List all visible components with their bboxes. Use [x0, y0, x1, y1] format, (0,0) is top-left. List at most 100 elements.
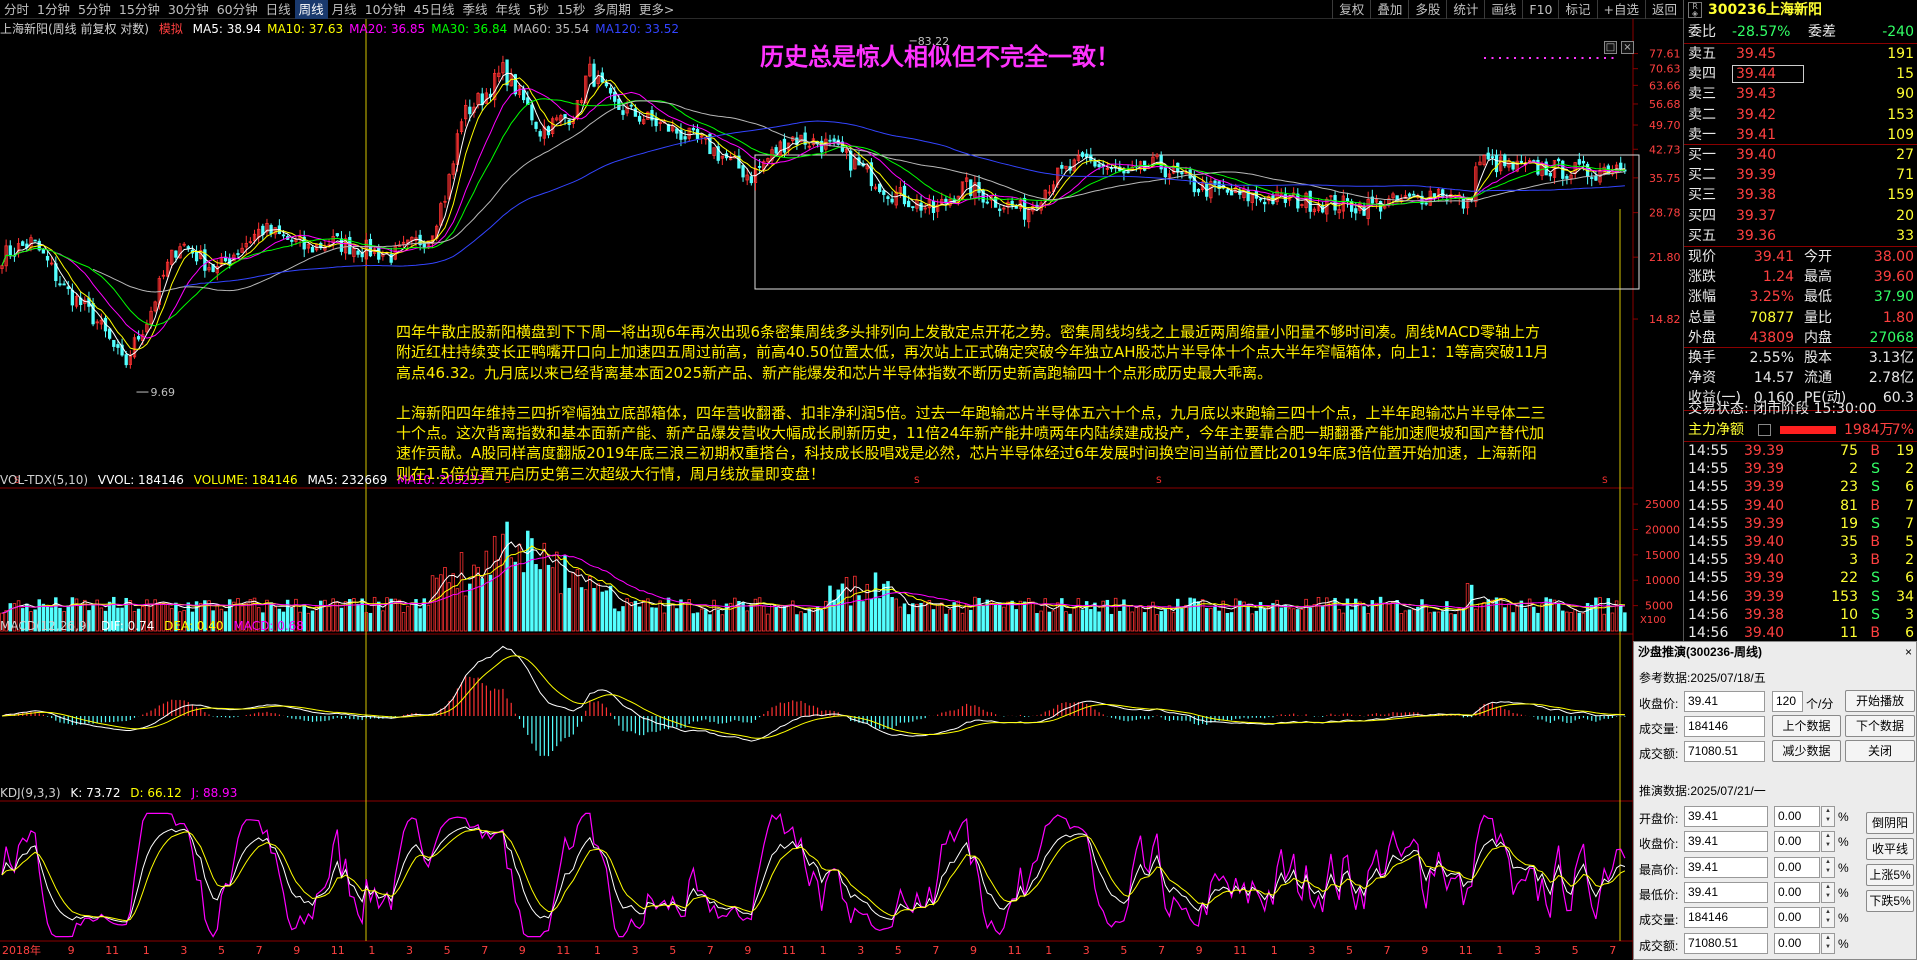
dialog-close-icon[interactable]: ×	[1905, 642, 1912, 662]
less-data-button[interactable]: 减少数据	[1772, 740, 1841, 762]
spin-arrows-icon[interactable]: ▲ ▼	[1821, 907, 1835, 929]
ref-vol-field[interactable]: 184146	[1684, 716, 1765, 737]
dialog-title: 沙盘推演(300236-周线)	[1638, 645, 1763, 659]
flow-toggle-icon[interactable]	[1758, 424, 1771, 436]
sim-row-pct-field[interactable]: 0.00	[1774, 881, 1820, 903]
volume-bar	[873, 572, 878, 632]
mode-label[interactable]: 模拟	[159, 22, 183, 36]
spin-arrows-icon[interactable]: ▲ ▼	[1821, 831, 1835, 853]
restore-icon[interactable]: □	[1604, 41, 1617, 54]
sim-row-field[interactable]: 39.41	[1684, 831, 1768, 853]
volume-value: VOLUME: 184146	[193, 473, 298, 487]
period-tab[interactable]: 更多>	[635, 0, 678, 19]
spin-arrows-icon[interactable]: ▲ ▼	[1821, 932, 1835, 954]
period-tab[interactable]: 45日线	[410, 0, 459, 19]
sim-row-field[interactable]: 39.41	[1684, 881, 1768, 903]
sim-side-button[interactable]: 倒阴阳	[1866, 812, 1914, 834]
book-row[interactable]: 卖一 39.41 109	[1684, 125, 1917, 145]
book-row[interactable]: 买一 39.40 27	[1684, 145, 1917, 165]
register-icon[interactable]: R ◈	[1688, 2, 1702, 18]
sim-row-field[interactable]: 71080.51	[1684, 932, 1768, 954]
sim-side-button[interactable]: 收平线	[1866, 838, 1914, 860]
period-tab[interactable]: 日线	[262, 0, 295, 19]
tool-button[interactable]: 叠加	[1370, 0, 1408, 19]
tick-t: 14:55	[1688, 461, 1729, 478]
candle	[621, 110, 625, 115]
book-row[interactable]: 买二 39.39 71	[1684, 165, 1917, 185]
period-tab[interactable]: 5分钟	[74, 0, 115, 19]
tick-d: S	[1871, 588, 1880, 605]
tool-button[interactable]: 画线	[1484, 0, 1522, 19]
book-row[interactable]: 买五 39.36 33	[1684, 226, 1917, 246]
period-tab[interactable]: 多周期	[589, 0, 635, 19]
stat-value: 43809	[1749, 329, 1794, 346]
spin-arrows-icon[interactable]: ▲ ▼	[1821, 856, 1835, 878]
speed-field[interactable]: 120	[1772, 691, 1803, 712]
volume-bar	[1192, 598, 1197, 632]
period-tab[interactable]: 分时	[0, 0, 33, 19]
period-tab[interactable]: 年线	[492, 0, 525, 19]
stat-label: 最高	[1804, 269, 1832, 286]
volume-bar	[1254, 610, 1259, 632]
period-tab[interactable]: 1分钟	[33, 0, 74, 19]
vol-ma5-value: MA5: 232669	[307, 473, 388, 487]
dialog-title-bar[interactable]: 沙盘推演(300236-周线) ×	[1634, 642, 1916, 662]
x-axis-label: 5	[1346, 944, 1353, 957]
sim-row-pct-field[interactable]: 0.00	[1774, 856, 1820, 878]
play-button[interactable]: 开始播放	[1845, 690, 1915, 712]
tool-button[interactable]: 返回	[1644, 0, 1683, 19]
tool-button[interactable]: 标记	[1558, 0, 1596, 19]
sim-row-pct-field[interactable]: 0.00	[1774, 831, 1820, 853]
x-axis-label: 5	[1120, 944, 1127, 957]
period-tab[interactable]: 10分钟	[361, 0, 410, 19]
spin-arrows-icon[interactable]: ▲ ▼	[1821, 881, 1835, 903]
spin-arrows-icon[interactable]: ▲ ▼	[1821, 806, 1835, 827]
tool-button[interactable]: +自选	[1596, 0, 1645, 19]
prev-data-button[interactable]: 上个数据	[1772, 715, 1841, 737]
volume-bar	[1142, 612, 1147, 632]
period-tab[interactable]: 60分钟	[213, 0, 262, 19]
sim-side-button[interactable]: 上涨5%	[1866, 864, 1914, 886]
tool-button[interactable]: 统计	[1446, 0, 1484, 19]
book-row[interactable]: 卖二 39.42 153	[1684, 105, 1917, 125]
period-tab[interactable]: 季线	[459, 0, 492, 19]
period-tab[interactable]: 月线	[328, 0, 361, 19]
ref-amt-field[interactable]: 71080.51	[1684, 741, 1765, 762]
period-tab[interactable]: 15分钟	[115, 0, 164, 19]
period-tab[interactable]: 5秒	[525, 0, 553, 19]
close-button[interactable]: 关闭	[1845, 740, 1915, 762]
x-axis-label: 1	[1271, 944, 1278, 957]
chart-area[interactable]: 77.61 70.63 63.66 56.68 49.70 42.73 35.75 28.78…	[0, 19, 1683, 960]
tool-button[interactable]: F10	[1522, 0, 1558, 19]
macd-name: MACD(12,26,9)	[0, 619, 92, 633]
flow-pct: 7%	[1891, 422, 1914, 438]
period-tab[interactable]: 15秒	[553, 0, 589, 19]
sim-row-field[interactable]: 39.41	[1684, 856, 1768, 878]
volume-bar	[1279, 607, 1283, 632]
book-row[interactable]: 买四 39.37 20	[1684, 206, 1917, 226]
tool-button[interactable]: 复权	[1332, 0, 1370, 19]
stat-label: 涨跌	[1688, 269, 1716, 286]
sim-row-field[interactable]: 39.41	[1684, 806, 1768, 827]
tick-p: 39.39	[1744, 479, 1785, 496]
x-axis-label: 3	[632, 944, 639, 957]
tool-button[interactable]: 多股	[1408, 0, 1446, 19]
sim-row-pct-field[interactable]: 0.00	[1774, 932, 1820, 954]
ref-close-field[interactable]: 39.41	[1684, 691, 1765, 712]
book-volume: 90	[1896, 86, 1914, 103]
close-panel-icon[interactable]: ×	[1621, 41, 1634, 54]
sim-row-pct-field[interactable]: 0.00	[1774, 806, 1820, 827]
book-volume: 191	[1887, 46, 1914, 62]
next-data-button[interactable]: 下个数据	[1845, 715, 1915, 737]
sim-row-field[interactable]: 184146	[1684, 907, 1768, 929]
sim-side-button[interactable]: 下跌5%	[1866, 890, 1914, 912]
book-row[interactable]: 卖三 39.43 90	[1684, 84, 1917, 104]
volume-bar	[1068, 613, 1072, 632]
book-row[interactable]: 买三 39.38 159	[1684, 185, 1917, 205]
period-tab[interactable]: 周线	[294, 0, 328, 19]
book-row[interactable]: 卖五 39.45 191	[1684, 44, 1917, 64]
dot-marker	[1551, 57, 1554, 59]
sim-row-pct-field[interactable]: 0.00	[1774, 907, 1820, 929]
period-tab[interactable]: 30分钟	[164, 0, 213, 19]
volume-bar	[832, 599, 836, 632]
